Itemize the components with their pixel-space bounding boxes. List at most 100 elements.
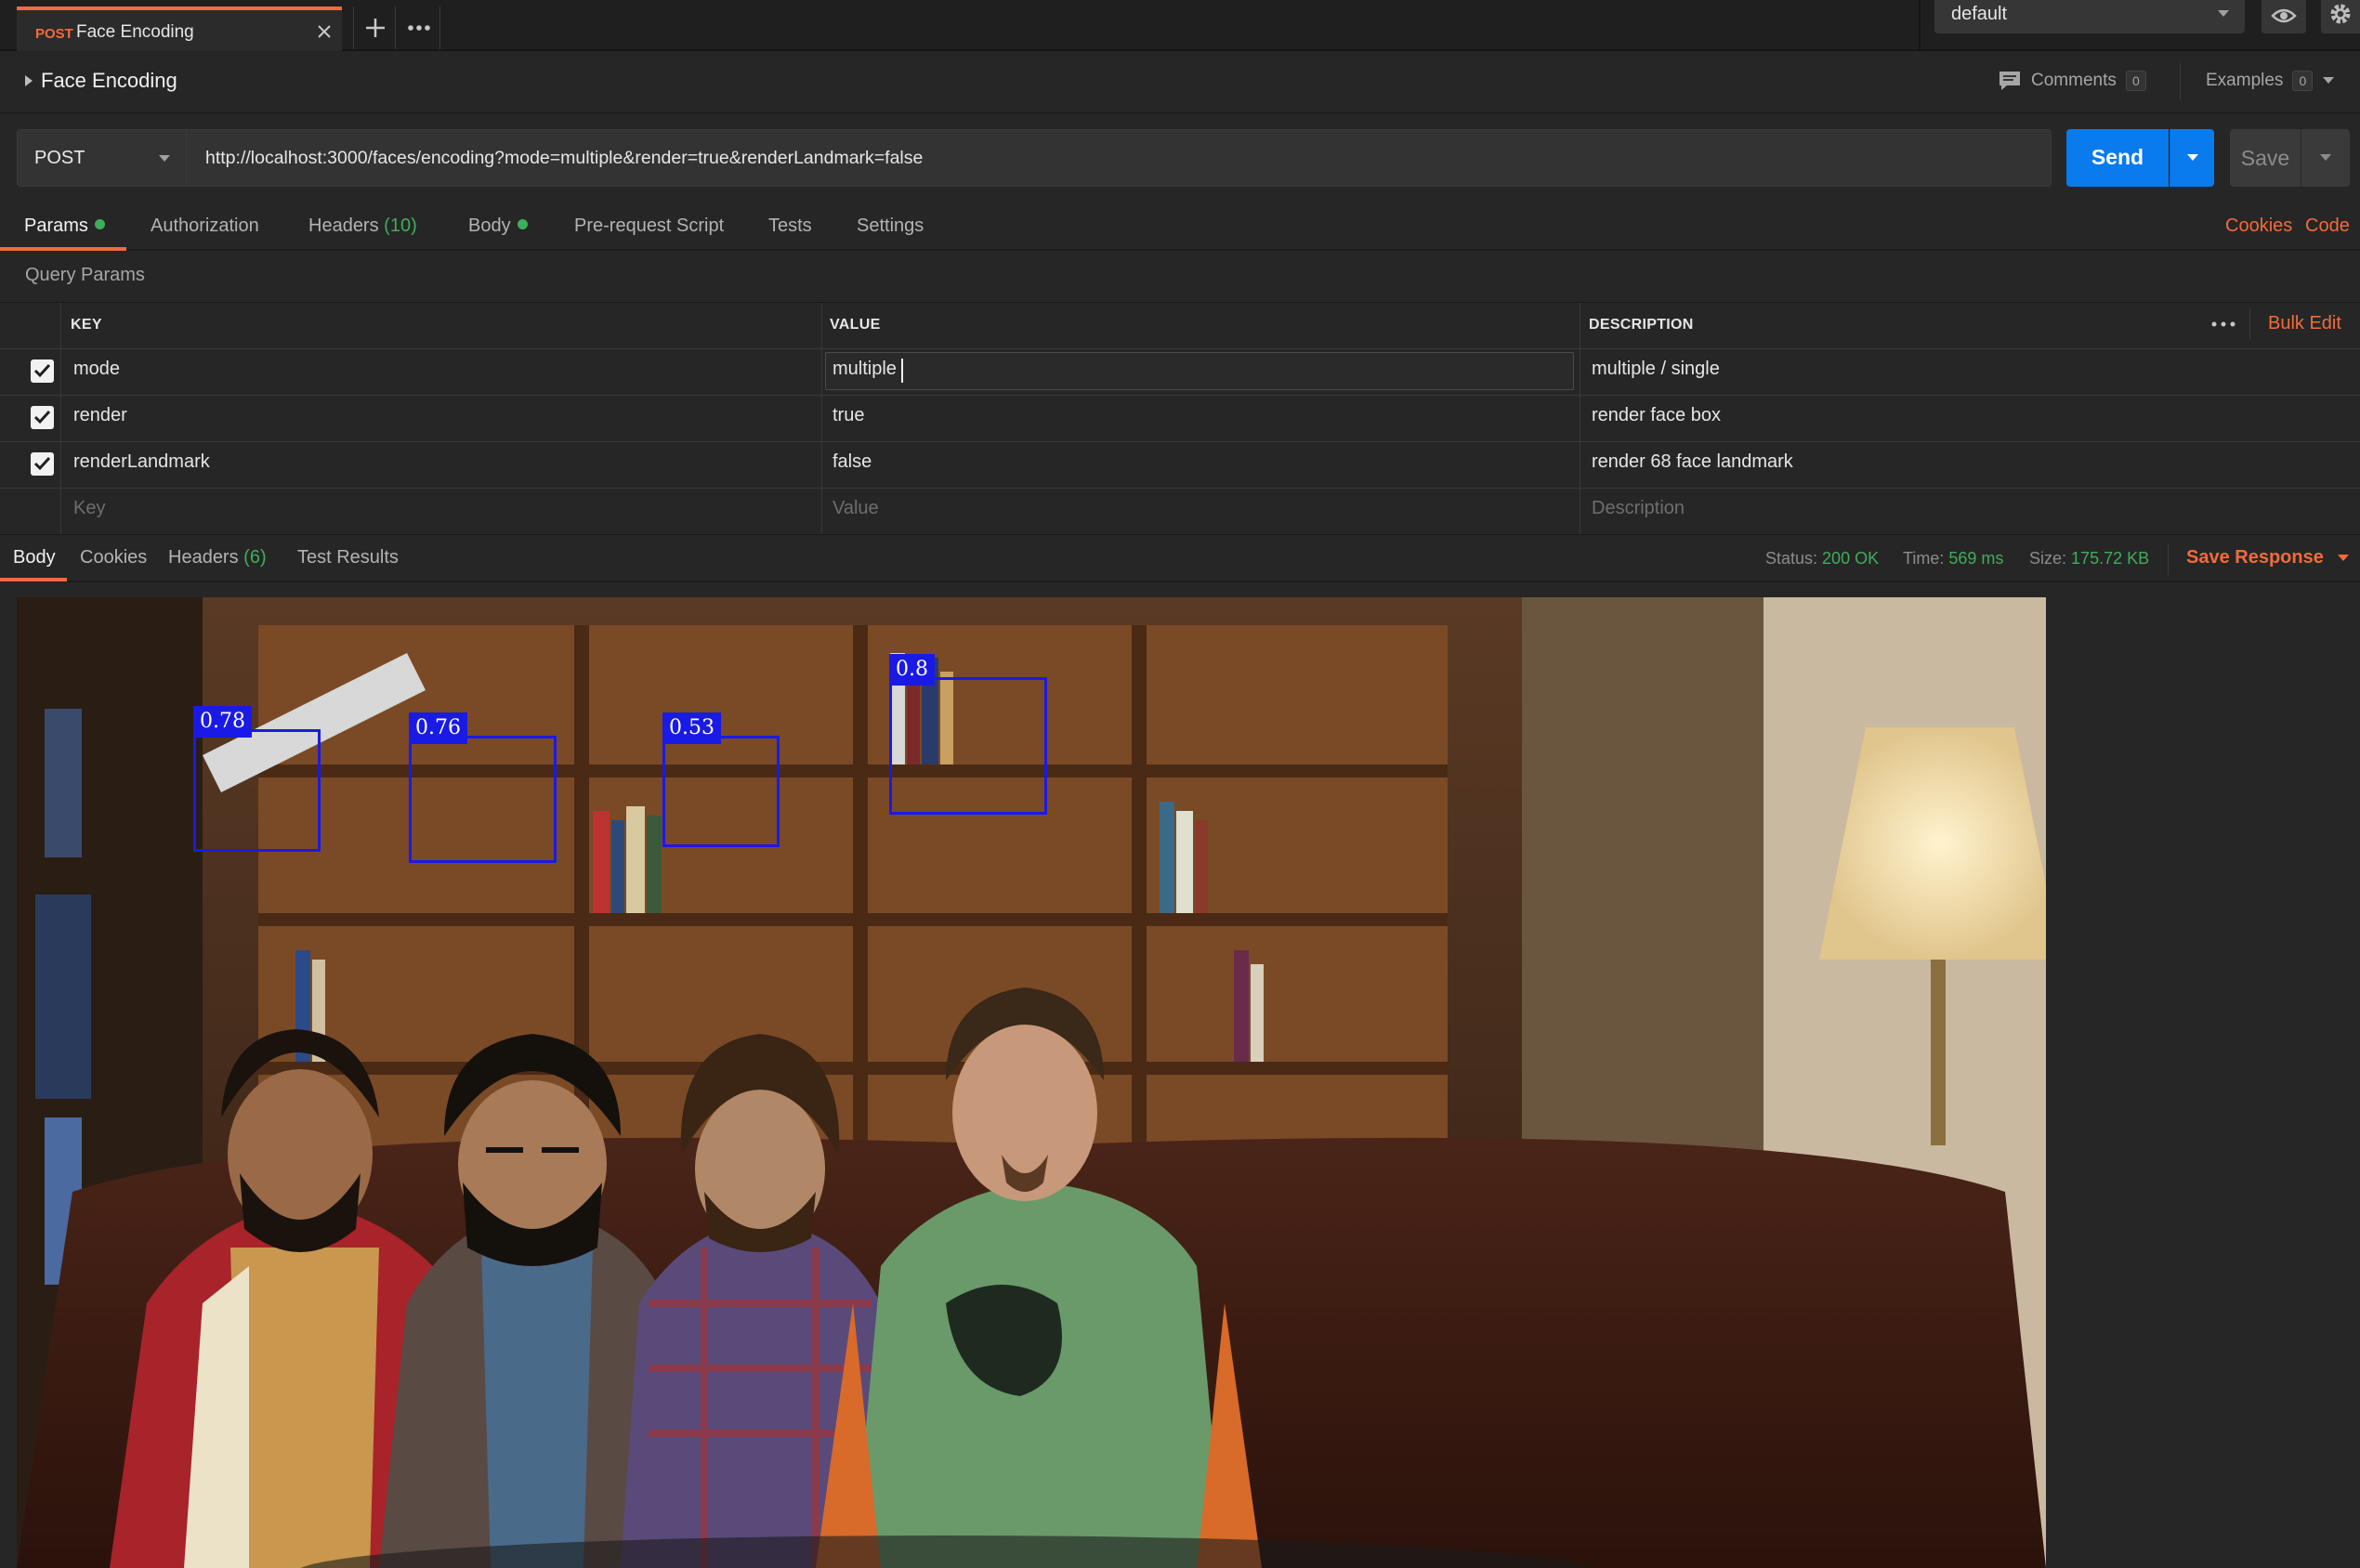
new-param-value-input[interactable]: Value — [833, 498, 879, 519]
table-row — [0, 396, 2360, 442]
time-value: 569 ms — [1948, 549, 2004, 568]
face-score-label: 0.78 — [193, 706, 252, 738]
send-options-button[interactable] — [2170, 129, 2214, 187]
chevron-down-icon — [158, 154, 171, 163]
response-tab-test-results[interactable]: Test Results — [297, 547, 399, 568]
save-response-label: Save Response — [2186, 547, 2324, 568]
tab-body-label: Body — [468, 216, 511, 236]
chevron-down-icon — [2322, 76, 2335, 85]
save-button[interactable]: Save — [2230, 129, 2301, 187]
close-icon[interactable] — [314, 21, 334, 42]
column-header-description: DESCRIPTION — [1589, 317, 1694, 333]
chevron-down-icon — [2217, 9, 2230, 19]
response-tab-cookies[interactable]: Cookies — [80, 547, 147, 568]
face-box — [889, 677, 1047, 815]
code-link[interactable]: Code — [2305, 216, 2350, 237]
more-horizontal-icon — [398, 7, 439, 49]
request-title[interactable]: Face Encoding — [41, 69, 177, 93]
bulk-edit-link[interactable]: Bulk Edit — [2268, 313, 2341, 334]
send-button[interactable]: Send — [2066, 129, 2169, 187]
param-description[interactable]: multiple / single — [1592, 359, 1720, 380]
table-row-empty — [0, 489, 2360, 535]
environment-select[interactable]: default — [1934, 0, 2245, 33]
tab-settings[interactable]: Settings — [857, 216, 924, 251]
divider — [2180, 63, 2181, 100]
size-value: 175.72 KB — [2071, 549, 2150, 568]
save-response-button[interactable]: Save Response — [2186, 547, 2350, 568]
plus-icon — [354, 7, 395, 49]
status-value: 200 OK — [1822, 549, 1880, 568]
query-params-title: Query Params — [25, 265, 145, 285]
tab-headers-label: Headers — [308, 216, 379, 236]
column-divider — [821, 303, 822, 535]
response-headers-count: (6) — [243, 547, 267, 568]
body-indicator-dot — [517, 219, 528, 229]
param-description[interactable]: render 68 face landmark — [1592, 451, 1793, 473]
face-box — [193, 729, 321, 852]
tab-tests[interactable]: Tests — [768, 216, 812, 251]
tab-pre-request-script[interactable]: Pre-request Script — [574, 216, 724, 251]
param-description[interactable]: render face box — [1592, 405, 1721, 426]
chevron-down-icon — [2337, 554, 2350, 563]
cookies-link[interactable]: Cookies — [2225, 216, 2292, 237]
table-row — [0, 442, 2360, 489]
response-tab-headers[interactable]: Headers (6) — [168, 547, 267, 568]
response-size: Size: 175.72 KB — [2029, 549, 2149, 568]
environment-settings-button[interactable] — [2321, 0, 2360, 33]
eye-icon — [2262, 0, 2306, 33]
response-tab-body[interactable]: Body — [13, 547, 56, 568]
tab-authorization[interactable]: Authorization — [151, 216, 259, 251]
examples-label: Examples — [2206, 71, 2284, 90]
column-divider — [60, 303, 61, 535]
request-tab-name: Face Encoding — [76, 22, 194, 42]
save-label: Save — [2240, 146, 2290, 170]
url-input[interactable]: http://localhost:3000/faces/encoding?mod… — [186, 129, 2052, 187]
more-horizontal-icon[interactable] — [2209, 313, 2237, 335]
request-tab[interactable]: POST Face Encoding — [17, 7, 342, 51]
comments-button[interactable]: Comments 0 — [1998, 69, 2146, 93]
param-checkbox[interactable] — [31, 359, 54, 383]
method-select[interactable]: POST — [17, 129, 186, 187]
response-status: Status: 200 OK — [1765, 549, 1879, 568]
request-tab-method: POST — [35, 26, 73, 42]
comments-label: Comments — [2031, 71, 2117, 90]
column-header-value: VALUE — [830, 317, 881, 333]
tab-body[interactable]: Body — [468, 216, 528, 251]
new-tab-button[interactable] — [353, 7, 396, 49]
param-value[interactable]: multiple — [833, 359, 897, 380]
face-score-label: 0.76 — [409, 712, 467, 744]
param-value-input[interactable] — [825, 352, 1574, 390]
query-params-table — [0, 302, 2360, 535]
size-label: Size: — [2029, 549, 2067, 568]
caret-right-icon[interactable] — [24, 75, 33, 86]
param-checkbox[interactable] — [31, 406, 54, 429]
divider — [2249, 308, 2250, 340]
param-key[interactable]: render — [73, 405, 127, 426]
url-value: http://localhost:3000/faces/encoding?mod… — [205, 148, 924, 168]
param-key[interactable]: mode — [73, 359, 120, 380]
param-key[interactable]: renderLandmark — [73, 451, 210, 473]
status-label: Status: — [1765, 549, 1818, 568]
new-param-key-input[interactable]: Key — [73, 498, 105, 519]
tab-params[interactable]: Params — [24, 216, 105, 251]
tab-params-label: Params — [24, 216, 88, 236]
tab-options-button[interactable] — [398, 7, 440, 49]
examples-button[interactable]: Examples 0 — [2206, 69, 2335, 93]
param-value[interactable]: true — [833, 405, 864, 426]
face-score-label: 0.8 — [889, 654, 935, 686]
param-checkbox[interactable] — [31, 452, 54, 476]
comment-icon — [1998, 70, 2022, 92]
chevron-down-icon — [2186, 153, 2199, 163]
save-options-button[interactable] — [2301, 129, 2350, 187]
environment-quick-look-button[interactable] — [2262, 0, 2306, 33]
tab-headers[interactable]: Headers (10) — [308, 216, 417, 251]
response-image: 0.78 0.76 0.53 0.8 — [17, 597, 2046, 1568]
divider — [2168, 543, 2169, 575]
new-param-description-input[interactable]: Description — [1592, 498, 1685, 519]
response-tab-headers-label: Headers — [168, 547, 239, 568]
param-value[interactable]: false — [833, 451, 872, 473]
column-header-key: KEY — [71, 317, 102, 333]
face-score-label: 0.53 — [662, 712, 721, 744]
method-value: POST — [34, 148, 85, 168]
send-label: Send — [2091, 145, 2144, 169]
